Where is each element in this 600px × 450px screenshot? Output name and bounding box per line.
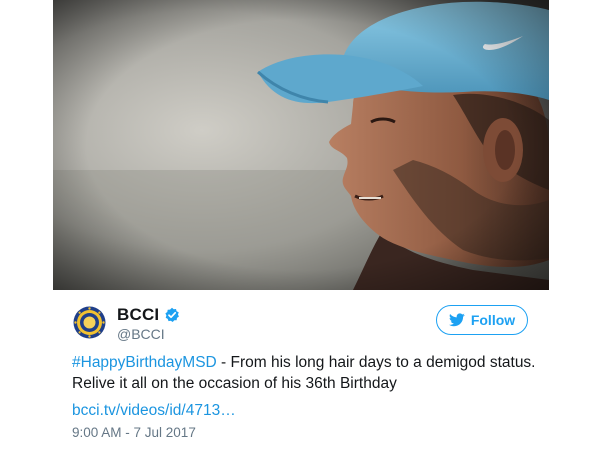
bcci-logo-icon [73,306,106,339]
tweet-text: #HappyBirthdayMSD - From his long hair d… [72,352,542,394]
follow-label: Follow [470,312,516,328]
tweet-timestamp[interactable]: 9:00 AM - 7 Jul 2017 [72,425,196,440]
video-link[interactable]: bcci.tv/videos/id/4713… [72,402,236,419]
author-name-row[interactable]: BCCI [117,305,180,325]
twitter-bird-icon [448,313,465,327]
follow-button[interactable]: Follow [436,305,528,335]
tweet-photo[interactable] [53,0,549,290]
author-handle[interactable]: @BCCI [117,326,165,342]
hashtag-link[interactable]: #HappyBirthdayMSD [72,354,217,371]
verified-badge-icon [164,307,180,323]
tweet-link-line: bcci.tv/videos/id/4713… [72,400,236,421]
author-display-name[interactable]: BCCI [117,305,159,325]
author-avatar[interactable] [73,306,106,339]
